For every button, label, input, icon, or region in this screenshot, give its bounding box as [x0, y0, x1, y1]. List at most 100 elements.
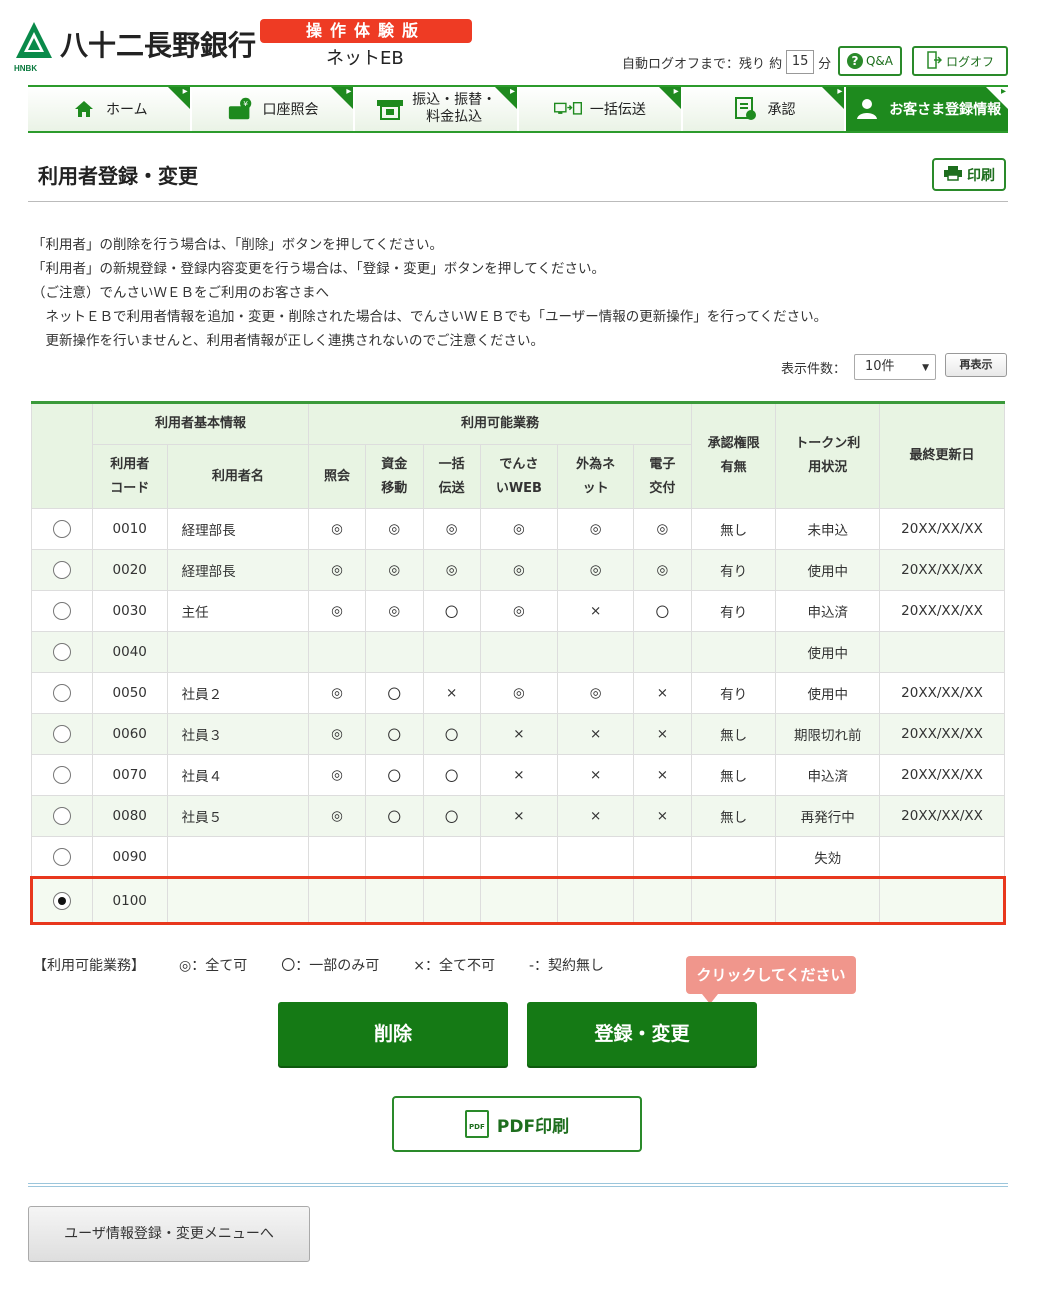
- logoff-label: ログオフ: [945, 54, 994, 69]
- service-densai-cell: [479, 836, 559, 878]
- service-inquiry-cell: ◎: [308, 549, 366, 591]
- nav-approval[interactable]: 承認: [682, 86, 847, 131]
- row-radio[interactable]: [52, 520, 71, 538]
- printer-icon: [943, 165, 963, 185]
- service-edelivery-cell: [633, 631, 692, 673]
- row-select-cell: [31, 754, 93, 796]
- service-funds-cell: [364, 631, 424, 673]
- nav-customer-info[interactable]: お客さま登録情報: [846, 86, 1009, 131]
- service-inquiry-cell: [308, 876, 366, 925]
- approval-cell: 有り: [690, 549, 777, 591]
- service-densai-cell: ×: [479, 713, 559, 755]
- table-row[interactable]: 0090 失効: [31, 836, 1005, 878]
- logoff-timer: 自動ログオフまで：残り 約 15 分: [622, 50, 831, 74]
- nav-account-inquiry[interactable]: ¥ 口座照会: [191, 86, 356, 131]
- nav-home[interactable]: ホーム: [28, 86, 192, 131]
- service-inquiry-cell: ◎: [308, 508, 366, 550]
- approval-header: 承認権限 有無: [690, 401, 777, 509]
- table-row[interactable]: 0050 社員２ ◎ 〇 × ◎ ◎ × 有り 使用中 20XX/XX/XX: [31, 672, 1005, 714]
- row-radio[interactable]: [52, 766, 71, 784]
- user-name-cell: [166, 876, 310, 925]
- logoff-minutes: 15: [786, 50, 815, 74]
- service-bulk-cell: 〇: [422, 795, 481, 837]
- approval-cell: 無し: [690, 754, 777, 796]
- service-edelivery-cell: ×: [633, 713, 692, 755]
- service-forex-cell: ×: [557, 754, 635, 796]
- service-densai-cell: ×: [479, 795, 559, 837]
- last-updated-cell: 20XX/XX/XX: [879, 672, 1005, 714]
- legend-none: ×：全て不可: [413, 958, 495, 974]
- last-updated-cell: 20XX/XX/XX: [879, 754, 1005, 796]
- qa-button[interactable]: ? Q&A: [838, 46, 902, 76]
- table-row[interactable]: 0060 社員３ ◎ 〇〇 × × × 無し 期限切れ前 20XX/XX/XX: [31, 713, 1005, 755]
- nav-transfer[interactable]: 振込・振替・ 料金払込: [355, 86, 520, 131]
- row-select-cell: [31, 836, 93, 878]
- table-row[interactable]: 0070 社員４ ◎ 〇〇 × × × 無し 申込済 20XX/XX/XX: [31, 754, 1005, 796]
- basic-info-header: 利用者基本情報: [91, 401, 310, 445]
- service-inquiry-cell: ◎: [308, 754, 366, 796]
- row-radio[interactable]: [53, 891, 72, 910]
- page-title: 利用者登録・変更: [38, 164, 198, 188]
- service-legend: 【利用可能業務】 ◎：全て可 〇：一部のみ可 ×：全て不可 -：契約無し: [33, 955, 604, 975]
- service-bulk-cell: [422, 876, 481, 925]
- service-inquiry-cell: [308, 631, 366, 673]
- service-bulk-cell: ◎: [422, 549, 481, 591]
- user-code-cell: 0020: [91, 549, 168, 591]
- delete-button[interactable]: 削除: [278, 1002, 508, 1066]
- service-edelivery-cell: ×: [633, 754, 692, 796]
- row-radio[interactable]: [52, 602, 71, 620]
- table-row[interactable]: 0100: [30, 876, 1006, 925]
- table-row[interactable]: 0030 主任 ◎ ◎ 〇 ◎ × 〇有り 申込済 20XX/XX/XX: [31, 590, 1005, 632]
- table-row[interactable]: 0040 使用中: [31, 631, 1005, 673]
- service-bulk-cell: [422, 836, 481, 878]
- row-radio[interactable]: [52, 684, 71, 702]
- nav-bulk-transmission[interactable]: 一括伝送: [519, 86, 683, 131]
- user-code-cell: 0010: [91, 508, 168, 550]
- per-page-select[interactable]: 10件: [854, 354, 937, 380]
- service-densai-cell: ◎: [479, 590, 559, 632]
- user-name-cell: [166, 631, 310, 673]
- question-icon: ?: [846, 53, 863, 69]
- pdf-print-button[interactable]: PDF PDF印刷: [392, 1096, 642, 1152]
- row-radio[interactable]: [52, 561, 71, 579]
- row-select-cell: [31, 590, 93, 632]
- row-radio[interactable]: [52, 643, 71, 661]
- table-row[interactable]: 0010 経理部長 ◎ ◎ ◎ ◎ ◎ ◎ 無し 未申込 20XX/XX/XX: [31, 508, 1005, 550]
- user-code-cell: 0090: [91, 836, 168, 878]
- bulk-header: 一括 伝送: [422, 444, 481, 509]
- row-radio[interactable]: [52, 725, 71, 743]
- print-label: 印刷: [967, 167, 995, 184]
- service-densai-cell: ◎: [479, 672, 559, 714]
- service-forex-cell: ◎: [557, 508, 635, 550]
- last-updated-cell: 20XX/XX/XX: [879, 508, 1005, 550]
- nav-home-label: ホーム: [106, 102, 148, 118]
- approval-cell: 無し: [690, 795, 777, 837]
- table-row[interactable]: 0080 社員５ ◎ 〇〇 × × × 無し 再発行中 20XX/XX/XX: [31, 795, 1005, 837]
- logoff-button[interactable]: ログオフ: [912, 46, 1008, 76]
- row-select-cell: [31, 795, 93, 837]
- user-table-body: 0010 経理部長 ◎ ◎ ◎ ◎ ◎ ◎ 無し 未申込 20XX/XX/XX 0020 経理部長 ◎ ◎ ◎…: [30, 508, 1006, 925]
- densai-header: でんさ いWEB: [479, 444, 559, 509]
- instruction-line: 「利用者」の削除を行う場合は、「削除」ボタンを押してください。: [32, 237, 443, 253]
- main-nav: ホーム ¥ 口座照会 振込・振替・料金払込 一括伝送 承認 お客さま登録情報: [28, 85, 1009, 133]
- redisplay-button[interactable]: 再表示: [945, 353, 1007, 377]
- row-radio[interactable]: [52, 847, 71, 866]
- register-change-button[interactable]: 登録・変更: [527, 1002, 757, 1066]
- bottom-divider: [28, 1183, 1008, 1187]
- table-row[interactable]: 0020 経理部長 ◎ ◎ ◎ ◎ ◎ ◎ 有り 使用中 20XX/XX/XX: [31, 549, 1005, 591]
- service-forex-cell: ×: [557, 713, 635, 755]
- instruction-line: ネットＥＢで利用者情報を追加・変更・削除された場合は、でんさいＷＥＢでも「ユーザ…: [32, 309, 828, 325]
- service-bulk-cell: ×: [422, 672, 481, 714]
- row-radio[interactable]: [52, 807, 71, 825]
- print-button[interactable]: 印刷: [932, 158, 1006, 191]
- user-code-cell: 0050: [91, 672, 168, 714]
- last-updated-cell: 20XX/XX/XX: [879, 549, 1005, 591]
- service-edelivery-cell: ◎: [633, 549, 692, 591]
- atm-icon: [376, 97, 404, 121]
- user-code-cell: 0060: [91, 713, 168, 755]
- service-forex-cell: ×: [557, 590, 635, 632]
- token-status-cell: 失効: [775, 836, 881, 878]
- service-funds-cell: 〇: [364, 713, 424, 755]
- back-to-menu-button[interactable]: ユーザ情報登録・変更メニューへ: [28, 1206, 310, 1262]
- token-status-cell: [775, 876, 881, 925]
